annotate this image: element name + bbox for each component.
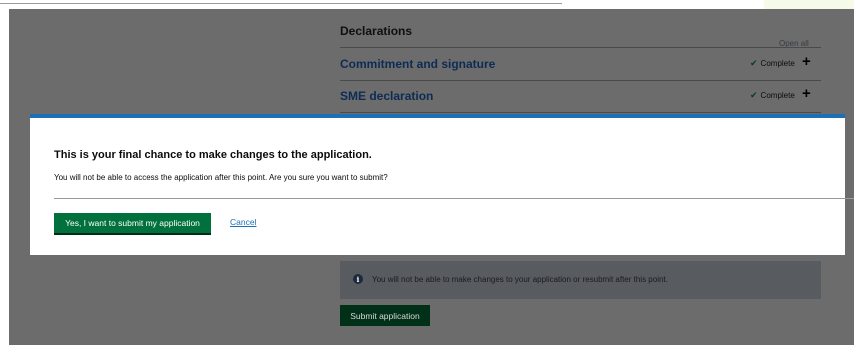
- status-complete-commitment: ✔ Complete: [750, 58, 795, 69]
- warning-inset: i You will not be able to make changes t…: [340, 261, 821, 299]
- info-icon: i: [353, 274, 363, 284]
- dialog-text: You will not be able to access the appli…: [54, 173, 388, 182]
- submit-application-button[interactable]: Submit application: [340, 305, 430, 326]
- confirm-dialog: [30, 114, 845, 255]
- accordion-row-commitment[interactable]: Commitment and signature ✔ Complete +: [340, 52, 821, 80]
- status-text: Complete: [760, 59, 795, 68]
- dialog-top-border: [30, 114, 845, 118]
- dialog-heading: This is your final chance to make change…: [54, 149, 372, 161]
- declarations-divider: [340, 47, 821, 48]
- inset-text: You will not be able to make changes to …: [372, 275, 668, 284]
- top-tint: [764, 0, 854, 9]
- accordion-divider: [340, 80, 821, 81]
- cancel-link[interactable]: Cancel: [230, 217, 256, 227]
- status-text: Complete: [760, 91, 795, 100]
- status-complete-sme: ✔ Complete: [750, 90, 795, 101]
- check-icon: ✔: [750, 58, 758, 68]
- accordion-divider: [340, 112, 821, 113]
- plus-icon[interactable]: +: [802, 85, 811, 102]
- accordion-row-sme[interactable]: SME declaration ✔ Complete +: [340, 84, 821, 112]
- declarations-title: Declarations: [340, 24, 413, 38]
- check-icon: ✔: [750, 90, 758, 100]
- top-strip: [0, 0, 854, 9]
- confirm-submit-button[interactable]: Yes, I want to submit my application: [54, 213, 211, 233]
- dialog-divider: [54, 198, 854, 199]
- top-rule: [0, 3, 562, 4]
- plus-icon[interactable]: +: [802, 53, 811, 70]
- accordion-label-commitment[interactable]: Commitment and signature: [340, 57, 495, 71]
- accordion-label-sme[interactable]: SME declaration: [340, 89, 433, 103]
